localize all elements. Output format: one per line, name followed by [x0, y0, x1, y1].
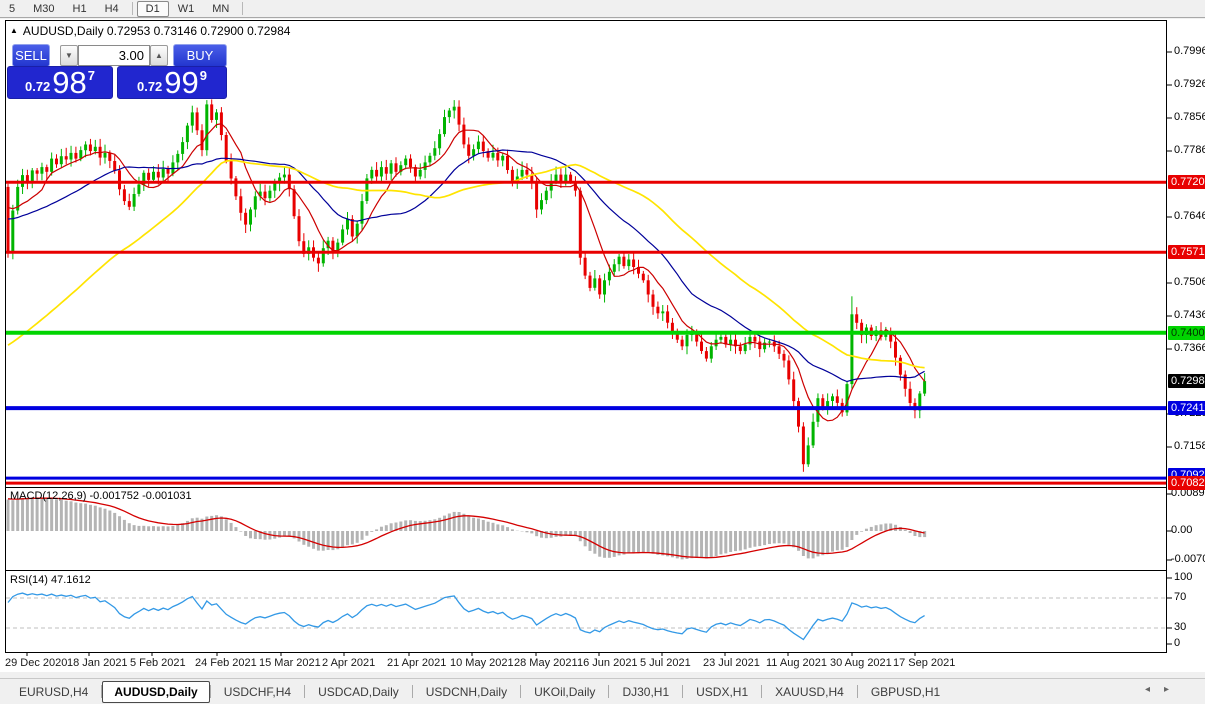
rsi-axis-tick: 30	[1174, 621, 1186, 633]
date-axis-label: 29 Dec 2020	[5, 657, 67, 669]
date-axis-label: 28 May 2021	[514, 657, 578, 669]
tab-audusd-daily[interactable]: AUDUSD,Daily	[102, 681, 209, 703]
chart-title-text: AUDUSD,Daily 0.72953 0.73146 0.72900 0.7…	[23, 24, 291, 38]
tab-scroll-left-icon[interactable]: ◂	[1145, 684, 1164, 695]
price-level-flag: 0.75716	[1168, 245, 1205, 259]
date-axis-label: 24 Feb 2021	[195, 657, 257, 669]
date-axis-label: 17 Sep 2021	[893, 657, 955, 669]
date-axis-label: 16 Jun 2021	[577, 657, 638, 669]
chart-canvas[interactable]	[0, 0, 1205, 672]
volume-increase-button[interactable]: ▲	[150, 45, 168, 66]
rsi-axis-tick: 70	[1174, 591, 1186, 603]
date-axis-label: 5 Jul 2021	[640, 657, 691, 669]
collapse-panel-icon[interactable]: ▲	[10, 26, 18, 35]
tab-usdx-h1[interactable]: USDX,H1	[683, 682, 761, 702]
tab-dj30-h1[interactable]: DJ30,H1	[609, 682, 682, 702]
sell-button[interactable]: SELL	[12, 44, 50, 67]
date-axis-label: 30 Aug 2021	[830, 657, 892, 669]
rsi-axis-tick: 100	[1174, 571, 1192, 583]
buy-price-sup: 9	[200, 68, 207, 83]
price-level-flag: 0.70820	[1168, 476, 1205, 490]
price-level-flag: 0.74007	[1168, 326, 1205, 340]
date-axis-label: 5 Feb 2021	[130, 657, 186, 669]
tab-scroll-arrows[interactable]: ◂▸	[1145, 684, 1183, 695]
buy-price-small: 0.72	[137, 79, 162, 94]
price-axis-tick: 0.77860	[1174, 144, 1205, 156]
date-axis-label: 18 Jan 2021	[67, 657, 128, 669]
chart-title: ▲ AUDUSD,Daily 0.72953 0.73146 0.72900 0.…	[10, 24, 290, 38]
price-axis-tick: 0.78560	[1174, 111, 1205, 123]
price-level-flag: 0.72984	[1168, 374, 1205, 388]
rsi-indicator-label: RSI(14) 47.1612	[10, 574, 91, 586]
price-axis-tick: 0.75060	[1174, 276, 1205, 288]
sell-price-big: 98	[52, 68, 86, 97]
price-axis-tick: 0.71580	[1174, 440, 1205, 452]
volume-decrease-button[interactable]: ▼	[60, 45, 78, 66]
macd-axis-tick: 0.00	[1171, 524, 1192, 536]
buy-price-box[interactable]: 0.72999	[117, 66, 227, 99]
tab-usdchf-h4[interactable]: USDCHF,H4	[211, 682, 304, 702]
tab-xauusd-h4[interactable]: XAUUSD,H4	[762, 682, 857, 702]
rsi-axis-tick: 0	[1174, 637, 1180, 649]
tab-scroll-right-icon[interactable]: ▸	[1164, 684, 1183, 695]
buy-button[interactable]: BUY	[173, 44, 227, 67]
macd-indicator-label: MACD(12,26,9) -0.001752 -0.001031	[10, 490, 192, 502]
sell-price-small: 0.72	[25, 79, 50, 94]
date-axis-label: 2 Apr 2021	[322, 657, 375, 669]
tab-gbpusd-h1[interactable]: GBPUSD,H1	[858, 682, 953, 702]
date-axis-label: 15 Mar 2021	[259, 657, 321, 669]
price-axis-tick: 0.79260	[1174, 78, 1205, 90]
price-axis-tick: 0.79960	[1174, 45, 1205, 57]
tab-ukoil-daily[interactable]: UKOil,Daily	[521, 682, 608, 702]
terminal-window: 5M30H1H4D1W1MN 0.799600.792600.785600.77…	[0, 0, 1205, 704]
date-axis-label: 10 May 2021	[450, 657, 514, 669]
volume-input[interactable]: 3.00	[78, 45, 150, 66]
price-axis-tick: 0.73660	[1174, 342, 1205, 354]
sell-price-sup: 7	[88, 68, 95, 83]
price-level-flag: 0.77200	[1168, 175, 1205, 189]
date-axis-label: 23 Jul 2021	[703, 657, 760, 669]
macd-axis-tick: -0.00701	[1171, 553, 1205, 565]
buy-price-big: 99	[164, 68, 198, 97]
price-axis-tick: 0.74360	[1174, 309, 1205, 321]
tab-usdcad-daily[interactable]: USDCAD,Daily	[305, 682, 412, 702]
sell-price-box[interactable]: 0.72987	[7, 66, 113, 99]
tab-eurusd-h4[interactable]: EURUSD,H4	[6, 682, 101, 702]
price-level-flag: 0.72411	[1168, 401, 1205, 415]
chart-tab-bar: EURUSD,H4AUDUSD,DailyUSDCHF,H4USDCAD,Dai…	[0, 678, 1205, 704]
price-axis-tick: 0.76460	[1174, 210, 1205, 222]
date-axis-label: 21 Apr 2021	[387, 657, 446, 669]
date-axis-label: 11 Aug 2021	[766, 657, 827, 669]
tab-usdcnh-daily[interactable]: USDCNH,Daily	[413, 682, 520, 702]
